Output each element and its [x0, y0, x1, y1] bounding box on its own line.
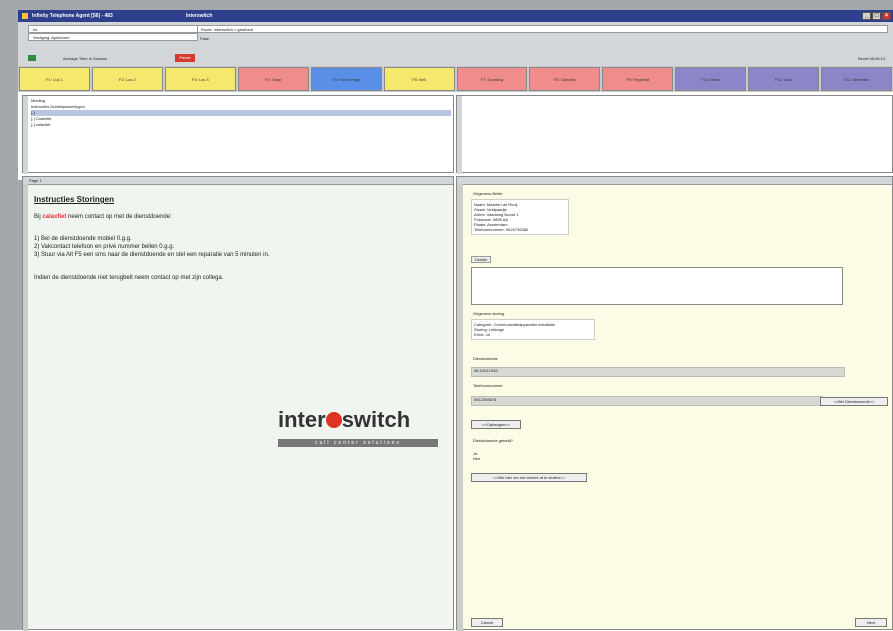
cancel-button[interactable]: Cancel	[471, 618, 503, 627]
instruction-step: 2) Vakcontact telefoon en privé nummer b…	[34, 244, 175, 250]
logo-subtitle: call center solutions	[278, 439, 438, 447]
form-header	[457, 177, 892, 185]
instructions-header: Page 1	[23, 177, 453, 185]
fault-line: Ernst: Ja	[474, 332, 490, 337]
fault-details: Categorie: Communicatieapparaten install…	[471, 319, 595, 340]
fkey-1[interactable]: F1: Lus 1	[19, 67, 90, 91]
instructions-steps: 1) Bel de dienstdoende mobiel 0.g.g. 2) V…	[34, 235, 269, 259]
fkey-7[interactable]: F7: Doorklvg	[456, 67, 528, 91]
toolbar-area: Inl. Bedrijf: interswitch.tsl Vestiging:…	[18, 22, 893, 66]
tree-root[interactable]: Melding	[31, 98, 45, 103]
phase-label: Fase:	[200, 36, 211, 41]
top-right-scroll[interactable]	[457, 96, 462, 174]
fkey-10[interactable]: F10: Menu	[675, 67, 747, 91]
instructions-scroll[interactable]	[23, 184, 28, 631]
function-key-bar: F1: Lus 1 F2: Lus 2 F3: Lus 3 F4: Gasp F5: H…	[18, 66, 893, 92]
hang-up-button[interactable]: <<Ophangen>>	[471, 420, 521, 429]
instructions-title: Instructies Storingen	[34, 195, 115, 204]
caller-details: Naam: Maarten de Rooij Straat: Veldpaadje…	[471, 199, 569, 235]
logo-left: inter	[278, 407, 326, 432]
tree-pane: Melding Instructies Dubbelpasseringen [-]…	[22, 95, 454, 174]
fkey-6[interactable]: F6: Bell	[383, 67, 455, 91]
top-right-pane	[456, 95, 893, 174]
line1-red: calaxfiet	[42, 214, 67, 220]
phone-label: Telefoonnummer	[473, 383, 503, 388]
fkey-3[interactable]: F3: Lus 3	[164, 67, 236, 91]
fkey-11[interactable]: F11: Lnsk	[748, 67, 820, 91]
desktop-edge-lower	[0, 180, 22, 630]
answer-options: Ja Nee	[473, 451, 480, 461]
tree-item[interactable]: [-] calaxfiet	[31, 122, 451, 128]
caller-section-title: Gegevens Beller	[473, 191, 503, 196]
route-field: Route: interswitch > gearbeid	[198, 25, 888, 33]
duty-label: Dienstdoende	[473, 356, 498, 361]
interswitch-logo: inter switch	[278, 407, 410, 433]
fkey-12[interactable]: F12: Afmelden	[821, 67, 893, 91]
status-light-icon	[28, 55, 36, 61]
called-question: Dienstdoende gebeld?	[473, 438, 514, 443]
duty-field[interactable]: 06-12012345	[471, 367, 845, 377]
logo-circle-icon	[325, 412, 342, 428]
instruction-step: 3) Stuur via Alt F5 een sms naar de dien…	[34, 252, 270, 258]
maximize-button[interactable]: □	[872, 12, 881, 20]
agent-field[interactable]: Inl.	[28, 25, 198, 33]
tree-list: Instructies Dubbelpasseringen [-] [-] Cala…	[31, 104, 451, 128]
minimize-button[interactable]: _	[862, 12, 871, 20]
branch-field: Vestiging: Apeldoorn	[28, 33, 198, 41]
agent-time-label: Average Time in Session	[63, 56, 108, 61]
app-icon	[22, 13, 28, 19]
instructions-header-label: Page 1	[29, 178, 42, 183]
form-pane: Gegevens Beller Naam: Maarten de Rooij St…	[456, 176, 893, 631]
caller-line: Telefoonnummer: 0620736380	[474, 227, 529, 232]
answer-option[interactable]: Nee	[473, 456, 480, 461]
close-message-button[interactable]: <<Klik hier om het bericht af te sluiten…	[471, 473, 587, 482]
form-scroll[interactable]	[457, 184, 463, 631]
tree-scroll[interactable]	[23, 96, 28, 174]
agent-field-label: Inl.	[33, 27, 39, 32]
fkey-5[interactable]: F5: Home Page	[310, 67, 382, 91]
title-bar: Infinity Telephone Agent [56] - 483 Inte…	[18, 10, 893, 22]
fkey-4[interactable]: F4: Gasp	[237, 67, 309, 91]
close-button[interactable]: ×	[882, 12, 891, 20]
status-right: Bezet 08:26:10	[858, 56, 885, 61]
instruction-step: 1) Bel de dienstdoende mobiel 0.g.g.	[34, 236, 132, 242]
branch-label: Vestiging: Apeldoorn	[33, 35, 70, 40]
route-label: Route: interswitch > gearbeid	[201, 27, 253, 32]
fault-section-title: Gegevens storing	[473, 311, 505, 316]
window-subtitle: Interswitch	[186, 13, 213, 19]
logo-right: switch	[341, 407, 411, 432]
pause-button[interactable]: Pauze	[175, 54, 195, 62]
fkey-2[interactable]: F2: Lus 2	[91, 67, 163, 91]
fkey-8[interactable]: F8: Ophalen	[529, 67, 601, 91]
line1-pre: Bij	[34, 214, 41, 220]
instructions-end: Indien de dienstdoende niet terugbelt ne…	[34, 275, 224, 281]
instructions-pane: Page 1 Instructies Storingen Bij calaxfi…	[22, 176, 454, 631]
line1-post: neem contact op met de dienstdoende:	[68, 214, 172, 220]
details-textarea[interactable]	[471, 267, 843, 305]
tab-details[interactable]: Details	[471, 256, 492, 263]
call-duty-button[interactable]: <<Bel Dienstdoende>>	[820, 397, 888, 406]
fkey-9[interactable]: F9: Registrat	[602, 67, 674, 91]
instructions-line1: Bij calaxfiet neem contact op met de die…	[34, 214, 172, 220]
window-title: Infinity Telephone Agent [56] - 483	[32, 13, 113, 19]
next-button[interactable]: Next	[855, 618, 887, 627]
desktop-top	[0, 0, 893, 10]
phone-field[interactable]: 0612345678	[471, 396, 823, 406]
